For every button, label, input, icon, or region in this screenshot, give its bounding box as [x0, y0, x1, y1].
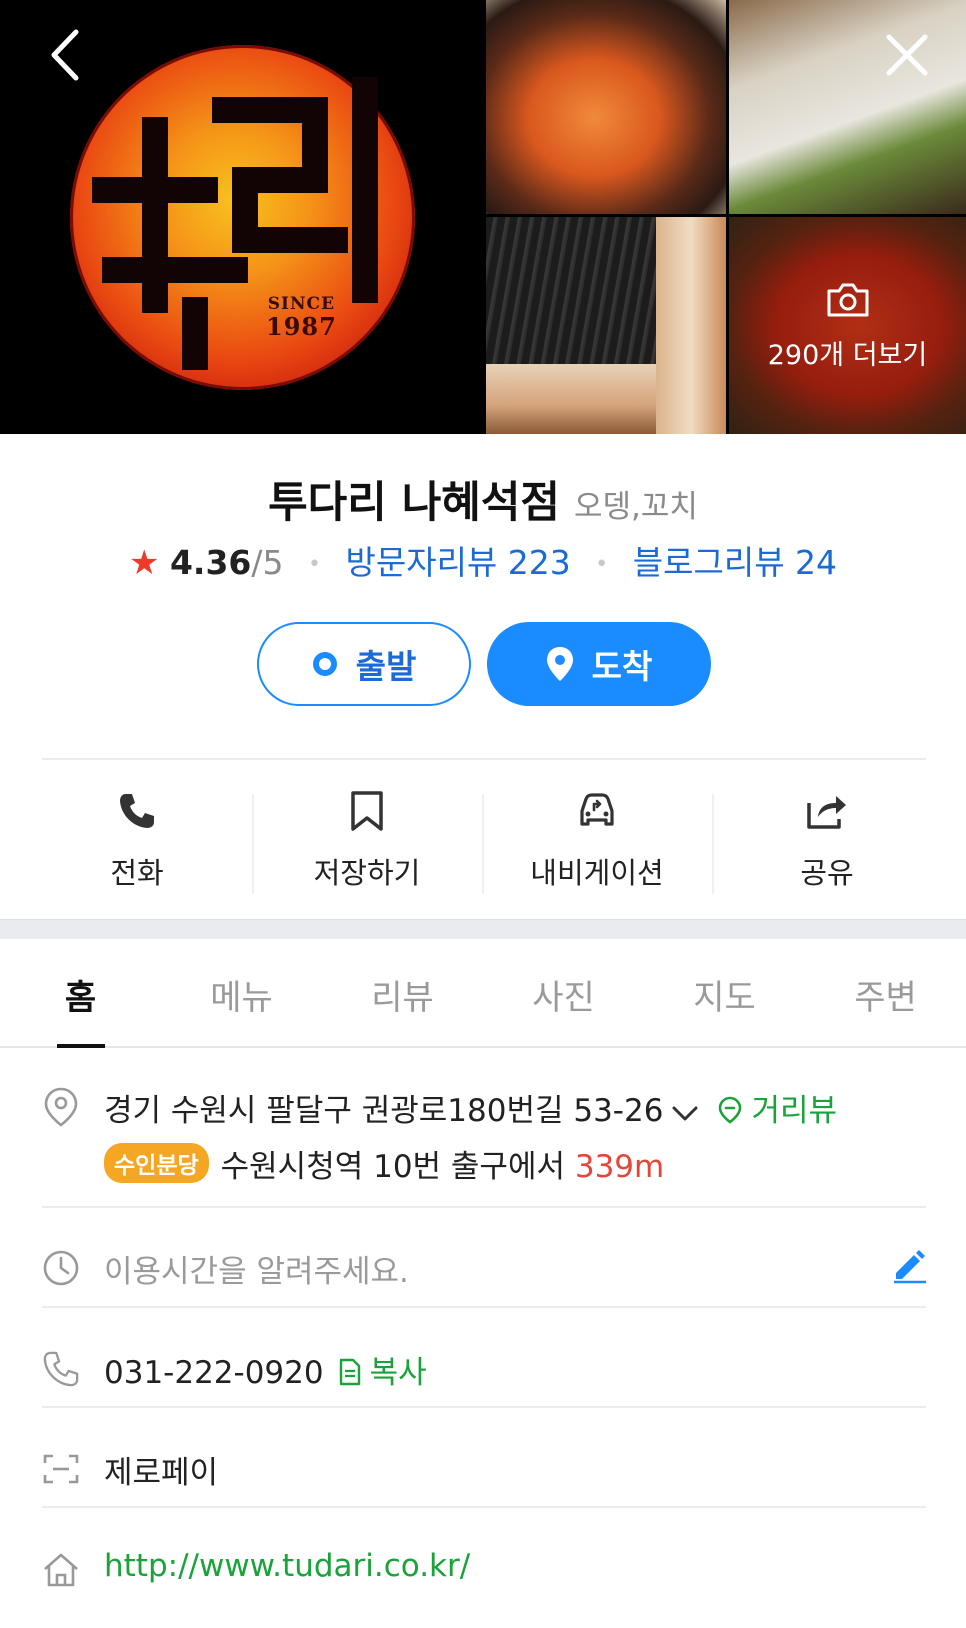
subway-direction: 수원시청역 10번 출구에서 [220, 1149, 565, 1185]
phone-number[interactable]: 031-222-0920 [104, 1355, 324, 1391]
divider [42, 1306, 926, 1308]
camera-icon [827, 283, 869, 317]
blog-reviews-link[interactable]: 블로그리뷰 24 [633, 543, 837, 582]
logo-since-text: SINCE 1987 [266, 294, 337, 341]
divider [42, 1506, 926, 1508]
phone-icon [117, 786, 157, 836]
address-text: 경기 수원시 팔달구 권광로180번길 53-26 [104, 1093, 664, 1129]
separator-dot: • [308, 552, 321, 577]
arrive-button[interactable]: 도착 [487, 622, 711, 706]
rating-max: /5 [251, 543, 284, 582]
chevron-down-icon[interactable] [671, 1095, 699, 1131]
visitor-reviews-link[interactable]: 방문자리뷰 223 [345, 543, 570, 582]
save-action[interactable]: 저장하기 [252, 776, 482, 896]
street-view-label: 거리뷰 [751, 1093, 837, 1129]
close-icon[interactable] [884, 32, 930, 78]
subway-distance: 339m [574, 1149, 665, 1185]
depart-button[interactable]: 출발 [257, 622, 471, 706]
place-category: 오뎅,꼬치 [573, 489, 698, 525]
photo-thumbnail-stew[interactable] [486, 0, 726, 214]
bookmark-icon [350, 786, 384, 836]
photo-gallery[interactable]: SINCE 1987 290개 더보기 [0, 0, 966, 434]
street-view-pin-icon [719, 1096, 742, 1124]
payment-method: 제로페이 [104, 1455, 219, 1491]
tab-reviews[interactable]: 리뷰 [322, 942, 483, 1046]
more-photos-overlay[interactable] [729, 217, 966, 434]
section-separator [0, 919, 966, 939]
tab-photos[interactable]: 사진 [483, 942, 644, 1046]
home-icon [40, 1549, 82, 1591]
separator-dot: • [595, 552, 609, 577]
phone-outline-icon [40, 1348, 82, 1390]
divider [42, 1206, 926, 1208]
copy-phone-button[interactable]: 복사 [338, 1355, 427, 1391]
location-pin-icon [546, 646, 574, 682]
place-name: 투다리 나혜석점 [268, 478, 560, 528]
tab-map[interactable]: 지도 [644, 942, 805, 1046]
tab-bar: 홈 메뉴 리뷰 사진 지도 주변 [0, 942, 966, 1048]
star-icon: ★ [128, 543, 160, 583]
divider [42, 758, 926, 760]
more-photos-label[interactable]: 290개 더보기 [729, 333, 966, 372]
share-action[interactable]: 공유 [712, 776, 942, 896]
photo-thumbnail-grill[interactable] [486, 217, 726, 434]
car-navigation-icon [575, 786, 619, 836]
rating-row: ★ 4.36/5 • 방문자리뷰 223 • 블로그리뷰 24 [0, 536, 966, 584]
tab-nearby[interactable]: 주변 [805, 942, 966, 1046]
share-action-label: 공유 [800, 856, 854, 890]
navigation-action-label: 내비게이션 [530, 856, 664, 890]
copy-label: 복사 [369, 1355, 427, 1391]
call-action[interactable]: 전화 [22, 776, 252, 896]
pencil-edit-icon[interactable] [890, 1246, 928, 1284]
divider [42, 1406, 926, 1408]
location-marker-icon [40, 1086, 82, 1128]
grilled-meat-column [656, 217, 726, 434]
back-arrow-icon[interactable] [44, 28, 88, 82]
street-view-link[interactable]: 거리뷰 [717, 1093, 837, 1129]
clock-icon [40, 1247, 82, 1289]
call-action-label: 전화 [110, 856, 164, 890]
arrive-button-label: 도착 [591, 647, 653, 686]
place-title-row: 투다리 나혜석점 오뎅,꼬치 [0, 468, 966, 530]
homepage-link[interactable]: http://www.tudari.co.kr/ [104, 1548, 470, 1584]
copy-document-icon [339, 1358, 360, 1386]
phone-row: 031-222-0920 복사 [104, 1347, 427, 1392]
logo-brush-glyph [92, 77, 378, 370]
quick-actions: 전화 저장하기 내비게이션 공유 [22, 776, 942, 896]
subway-row: 수인분당 수원시청역 10번 출구에서 339m [104, 1141, 664, 1186]
origin-dot-icon [312, 651, 338, 677]
save-action-label: 저장하기 [313, 856, 421, 890]
address-row: 경기 수원시 팔달구 권광로180번길 53-26 거리뷰 [104, 1085, 837, 1131]
navigation-action[interactable]: 내비게이션 [482, 776, 712, 896]
rating-score: 4.36 [169, 543, 252, 582]
tab-menu[interactable]: 메뉴 [161, 942, 322, 1046]
business-hours-placeholder[interactable]: 이용시간을 알려주세요. [104, 1246, 409, 1291]
depart-button-label: 출발 [355, 647, 417, 686]
zeropay-scan-icon [40, 1448, 82, 1490]
tab-home[interactable]: 홈 [0, 942, 161, 1048]
share-icon [805, 786, 849, 836]
photo-thumbnail-skewers[interactable] [729, 0, 966, 214]
subway-line-badge: 수인분당 [104, 1143, 209, 1183]
